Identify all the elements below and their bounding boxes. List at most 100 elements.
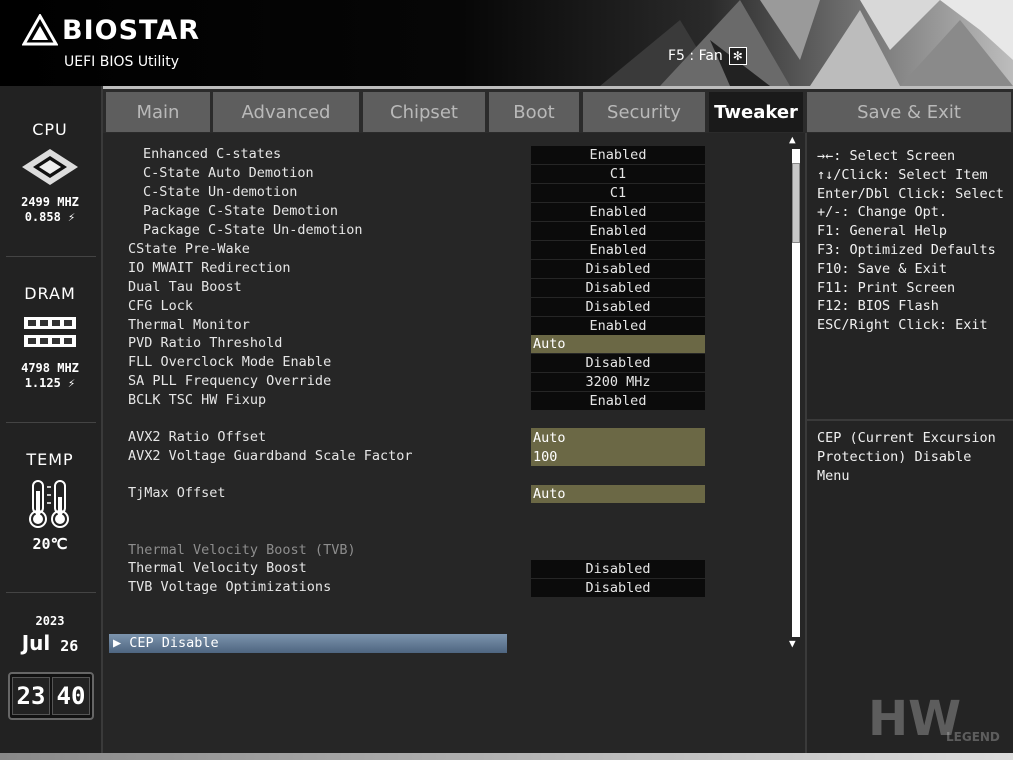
dram-title: DRAM	[24, 284, 76, 303]
bottom-bar	[0, 753, 1013, 760]
tab-tweaker[interactable]: Tweaker	[709, 92, 805, 132]
setting-bclk-tsc-hw-fixup[interactable]: BCLK TSC HW Fixup Enabled	[103, 392, 803, 410]
setting-label: FLL Overclock Mode Enable	[128, 354, 332, 370]
key-help-item: F10: Save & Exit	[817, 260, 948, 277]
setting-c-state-un-demotion[interactable]: C-State Un-demotion C1	[103, 184, 803, 202]
setting-value[interactable]: Enabled	[531, 392, 705, 410]
tab-chipset[interactable]: Chipset	[363, 92, 487, 132]
setting-avx2-ratio-offset[interactable]: AVX2 Ratio Offset Auto	[103, 429, 803, 447]
setting-label: Enhanced C-states	[143, 146, 282, 162]
setting-value[interactable]: Disabled	[531, 560, 705, 578]
key-help-item: +/-: Change Opt.	[817, 204, 948, 221]
setting-label: Dual Tau Boost	[128, 279, 242, 295]
setting-tvb-voltage-optimizations[interactable]: TVB Voltage Optimizations Disabled	[103, 579, 803, 597]
setting-io-mwait-redirection[interactable]: IO MWAIT Redirection Disabled	[103, 260, 803, 278]
setting-package-c-state-un-demotion[interactable]: Package C-State Un-demotion Enabled	[103, 222, 803, 240]
submenu-cep-disable[interactable]: ▶ CEP Disable	[109, 634, 507, 653]
scroll-up-icon[interactable]: ▲	[789, 133, 796, 146]
submenu-label: CEP Disable	[129, 635, 219, 651]
setting-package-c-state-demotion[interactable]: Package C-State Demotion Enabled	[103, 203, 803, 221]
brand-logo: BIOSTAR	[22, 14, 200, 46]
setting-value-input[interactable]: Auto	[531, 429, 705, 447]
setting-value[interactable]: C1	[531, 165, 705, 183]
setting-cstate-pre-wake[interactable]: CState Pre-Wake Enabled	[103, 241, 803, 259]
cpu-chip-icon	[22, 149, 78, 185]
sidebar-divider	[6, 256, 96, 257]
item-description: CEP (Current Excursion Protection) Disab…	[817, 430, 996, 484]
date-year: 2023	[35, 614, 65, 628]
setting-label: Thermal Monitor	[128, 317, 250, 333]
setting-label: C-State Un-demotion	[143, 184, 298, 200]
clock: 23 40	[8, 672, 94, 720]
setting-value[interactable]: Enabled	[531, 241, 705, 259]
tab-security[interactable]: Security	[583, 92, 707, 132]
sidebar-divider	[6, 422, 96, 423]
setting-avx2-voltage-guardband[interactable]: AVX2 Voltage Guardband Scale Factor 100	[103, 448, 803, 466]
fan-icon[interactable]: ✻	[728, 47, 747, 65]
setting-cfg-lock[interactable]: CFG Lock Disabled	[103, 298, 803, 316]
tab-save-exit[interactable]: Save & Exit	[807, 92, 1013, 132]
scrollbar-thumb[interactable]	[792, 163, 800, 243]
setting-value-input[interactable]: Auto	[531, 485, 705, 503]
tab-boot[interactable]: Boot	[489, 92, 581, 132]
setting-value[interactable]: Enabled	[531, 222, 705, 240]
scroll-down-icon[interactable]: ▼	[789, 637, 796, 650]
brand-subtitle: UEFI BIOS Utility	[64, 54, 179, 70]
setting-value[interactable]: Enabled	[531, 317, 705, 335]
setting-value-input[interactable]: 100	[531, 448, 705, 466]
setting-label: AVX2 Ratio Offset	[128, 429, 267, 445]
setting-fll-overclock-mode[interactable]: FLL Overclock Mode Enable Disabled	[103, 354, 803, 372]
cpu-frequency: 2499 MHZ	[21, 195, 79, 209]
tab-main[interactable]: Main	[106, 92, 212, 132]
tab-advanced[interactable]: Advanced	[213, 92, 361, 132]
setting-value[interactable]: Enabled	[531, 203, 705, 221]
setting-label: Thermal Velocity Boost	[128, 560, 307, 576]
fan-hotkey[interactable]: F5 : Fan ✻	[668, 47, 747, 65]
setting-value[interactable]: 3200 MHz	[531, 373, 705, 391]
setting-label: SA PLL Frequency Override	[128, 373, 332, 389]
temp-value: 20℃	[32, 535, 68, 553]
dram-voltage: 1.125 ⚡	[24, 376, 76, 390]
setting-value[interactable]: C1	[531, 184, 705, 202]
date-display: 2023 Jul 26	[0, 614, 100, 655]
setting-value[interactable]: Disabled	[531, 298, 705, 316]
dram-module-icon	[24, 317, 76, 347]
temp-status: TEMP 20℃	[0, 450, 100, 552]
setting-thermal-monitor[interactable]: Thermal Monitor Enabled	[103, 317, 803, 335]
setting-pvd-ratio-threshold[interactable]: PVD Ratio Threshold Auto	[103, 335, 803, 353]
help-panel: →←: Select Screen ↑↓/Click: Select Item …	[805, 133, 1013, 753]
setting-label: AVX2 Voltage Guardband Scale Factor	[128, 448, 413, 464]
watermark-logo: HW LEGEND	[868, 694, 1008, 750]
setting-tjmax-offset[interactable]: TjMax Offset Auto	[103, 485, 803, 503]
setting-value[interactable]: Disabled	[531, 579, 705, 597]
submenu-arrow-icon: ▶	[113, 635, 130, 651]
status-sidebar: CPU 2499 MHZ 0.858 ⚡ DRAM 4798 MHZ 1.125…	[0, 86, 103, 760]
sidebar-divider	[6, 592, 96, 593]
setting-value[interactable]: Disabled	[531, 260, 705, 278]
setting-label: IO MWAIT Redirection	[128, 260, 291, 276]
setting-label: C-State Auto Demotion	[143, 165, 314, 181]
watermark-small: LEGEND	[946, 730, 1000, 744]
scrollbar[interactable]	[792, 149, 800, 637]
dram-frequency: 4798 MHZ	[21, 361, 79, 375]
cpu-voltage: 0.858 ⚡	[24, 210, 76, 224]
key-help-item: ↑↓/Click: Select Item	[817, 166, 988, 183]
tab-bar: Main Advanced Chipset Boot Security Twea…	[103, 86, 1013, 133]
setting-enhanced-c-states[interactable]: Enhanced C-states Enabled	[103, 146, 803, 164]
setting-label: Package C-State Un-demotion	[143, 222, 363, 238]
key-help-item: F11: Print Screen	[817, 279, 956, 296]
section-header-tvb: Thermal Velocity Boost (TVB)	[103, 542, 803, 560]
setting-label: CFG Lock	[128, 298, 194, 314]
header: BIOSTAR UEFI BIOS Utility F5 : Fan ✻	[0, 0, 1013, 86]
setting-c-state-auto-demotion[interactable]: C-State Auto Demotion C1	[103, 165, 803, 183]
setting-value-input[interactable]: Auto	[531, 335, 705, 353]
settings-panel: Enhanced C-states Enabled C-State Auto D…	[103, 133, 805, 753]
setting-value[interactable]: Disabled	[531, 279, 705, 297]
key-help-item: Enter/Dbl Click: Select	[817, 185, 1004, 202]
setting-sa-pll-frequency-override[interactable]: SA PLL Frequency Override 3200 MHz	[103, 373, 803, 391]
setting-thermal-velocity-boost[interactable]: Thermal Velocity Boost Disabled	[103, 560, 803, 578]
setting-dual-tau-boost[interactable]: Dual Tau Boost Disabled	[103, 279, 803, 297]
section-title: Thermal Velocity Boost (TVB)	[128, 542, 356, 558]
setting-value[interactable]: Disabled	[531, 354, 705, 372]
setting-value[interactable]: Enabled	[531, 146, 705, 164]
